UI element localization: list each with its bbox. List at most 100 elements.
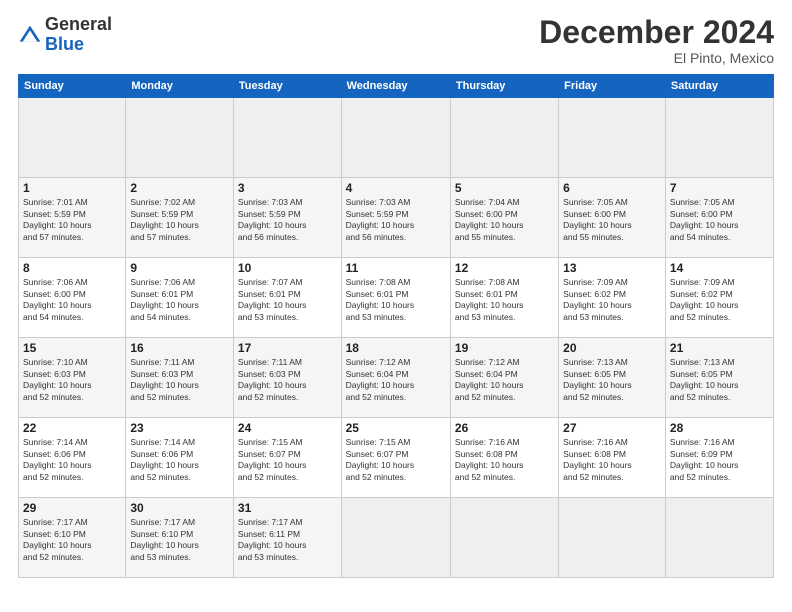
day-number: 30	[130, 501, 229, 515]
day-info: Sunrise: 7:16 AM Sunset: 6:08 PM Dayligh…	[455, 437, 554, 483]
day-info: Sunrise: 7:11 AM Sunset: 6:03 PM Dayligh…	[238, 357, 337, 403]
logo-blue-text: Blue	[45, 35, 112, 55]
day-info: Sunrise: 7:09 AM Sunset: 6:02 PM Dayligh…	[670, 277, 769, 323]
day-number: 26	[455, 421, 554, 435]
calendar-cell	[233, 98, 341, 178]
calendar-cell: 9 Sunrise: 7:06 AM Sunset: 6:01 PM Daylig…	[126, 258, 234, 338]
calendar-cell: 6Sunrise: 7:05 AM Sunset: 6:00 PM Daylig…	[559, 178, 666, 258]
day-info: Sunrise: 7:02 AM Sunset: 5:59 PM Dayligh…	[130, 197, 229, 243]
day-number: 10	[238, 261, 337, 275]
calendar-cell: 17Sunrise: 7:11 AM Sunset: 6:03 PM Dayli…	[233, 338, 341, 418]
logo-text: General Blue	[45, 15, 112, 55]
calendar-week-3: 8 Sunrise: 7:06 AM Sunset: 6:00 PM Daylig…	[19, 258, 774, 338]
day-number: 2	[130, 181, 229, 195]
day-number: 3	[238, 181, 337, 195]
calendar-cell: 7 Sunrise: 7:05 AM Sunset: 6:00 PM Daylig…	[665, 178, 773, 258]
day-number: 4	[346, 181, 446, 195]
day-number: 8	[23, 261, 121, 275]
calendar-cell: 8 Sunrise: 7:06 AM Sunset: 6:00 PM Daylig…	[19, 258, 126, 338]
calendar-cell: 2 Sunrise: 7:02 AM Sunset: 5:59 PM Daylig…	[126, 178, 234, 258]
day-number: 7	[670, 181, 769, 195]
day-info: Sunrise: 7:01 AM Sunset: 5:59 PM Dayligh…	[23, 197, 121, 243]
day-number: 31	[238, 501, 337, 515]
day-number: 5	[455, 181, 554, 195]
calendar-header-row: SundayMondayTuesdayWednesdayThursdayFrid…	[19, 75, 774, 98]
calendar-header-tuesday: Tuesday	[233, 75, 341, 98]
calendar-cell: 24Sunrise: 7:15 AM Sunset: 6:07 PM Dayli…	[233, 418, 341, 498]
day-info: Sunrise: 7:14 AM Sunset: 6:06 PM Dayligh…	[130, 437, 229, 483]
day-info: Sunrise: 7:10 AM Sunset: 6:03 PM Dayligh…	[23, 357, 121, 403]
day-number: 11	[346, 261, 446, 275]
calendar-week-4: 15Sunrise: 7:10 AM Sunset: 6:03 PM Dayli…	[19, 338, 774, 418]
calendar-cell	[559, 98, 666, 178]
calendar-cell	[126, 98, 234, 178]
calendar-cell: 31 Sunrise: 7:17 AM Sunset: 6:11 PM Dayli…	[233, 498, 341, 578]
day-number: 1	[23, 181, 121, 195]
calendar-header-sunday: Sunday	[19, 75, 126, 98]
day-info: Sunrise: 7:04 AM Sunset: 6:00 PM Dayligh…	[455, 197, 554, 243]
day-info: Sunrise: 7:07 AM Sunset: 6:01 PM Dayligh…	[238, 277, 337, 323]
calendar-cell	[341, 498, 450, 578]
title-block: December 2024 El Pinto, Mexico	[539, 15, 774, 66]
day-info: Sunrise: 7:03 AM Sunset: 5:59 PM Dayligh…	[346, 197, 446, 243]
calendar-cell: 12Sunrise: 7:08 AM Sunset: 6:01 PM Dayli…	[450, 258, 558, 338]
day-number: 23	[130, 421, 229, 435]
page: General Blue December 2024 El Pinto, Mex…	[0, 0, 792, 612]
calendar-cell	[665, 498, 773, 578]
calendar-cell: 27 Sunrise: 7:16 AM Sunset: 6:08 PM Dayli…	[559, 418, 666, 498]
day-number: 21	[670, 341, 769, 355]
day-info: Sunrise: 7:17 AM Sunset: 6:10 PM Dayligh…	[130, 517, 229, 563]
day-number: 27	[563, 421, 661, 435]
day-info: Sunrise: 7:05 AM Sunset: 6:00 PM Dayligh…	[670, 197, 769, 243]
location: El Pinto, Mexico	[539, 50, 774, 66]
calendar-header-monday: Monday	[126, 75, 234, 98]
day-number: 29	[23, 501, 121, 515]
day-number: 19	[455, 341, 554, 355]
calendar-header-wednesday: Wednesday	[341, 75, 450, 98]
calendar-cell: 11Sunrise: 7:08 AM Sunset: 6:01 PM Dayli…	[341, 258, 450, 338]
calendar-header-saturday: Saturday	[665, 75, 773, 98]
logo-general-text: General	[45, 15, 112, 35]
header: General Blue December 2024 El Pinto, Mex…	[18, 15, 774, 66]
calendar-cell: 1 Sunrise: 7:01 AM Sunset: 5:59 PM Daylig…	[19, 178, 126, 258]
day-info: Sunrise: 7:12 AM Sunset: 6:04 PM Dayligh…	[346, 357, 446, 403]
day-info: Sunrise: 7:06 AM Sunset: 6:01 PM Dayligh…	[130, 277, 229, 323]
calendar-cell: 22Sunrise: 7:14 AM Sunset: 6:06 PM Dayli…	[19, 418, 126, 498]
day-number: 20	[563, 341, 661, 355]
calendar-cell: 26 Sunrise: 7:16 AM Sunset: 6:08 PM Dayli…	[450, 418, 558, 498]
day-number: 18	[346, 341, 446, 355]
calendar-table: SundayMondayTuesdayWednesdayThursdayFrid…	[18, 74, 774, 578]
calendar-header-thursday: Thursday	[450, 75, 558, 98]
calendar-header-friday: Friday	[559, 75, 666, 98]
day-info: Sunrise: 7:16 AM Sunset: 6:08 PM Dayligh…	[563, 437, 661, 483]
day-info: Sunrise: 7:13 AM Sunset: 6:05 PM Dayligh…	[563, 357, 661, 403]
day-info: Sunrise: 7:15 AM Sunset: 6:07 PM Dayligh…	[346, 437, 446, 483]
calendar-week-1	[19, 98, 774, 178]
calendar-cell: 28Sunrise: 7:16 AM Sunset: 6:09 PM Dayli…	[665, 418, 773, 498]
calendar-cell: 19Sunrise: 7:12 AM Sunset: 6:04 PM Dayli…	[450, 338, 558, 418]
calendar-cell: 3Sunrise: 7:03 AM Sunset: 5:59 PM Daylig…	[233, 178, 341, 258]
day-info: Sunrise: 7:17 AM Sunset: 6:11 PM Dayligh…	[238, 517, 337, 563]
day-info: Sunrise: 7:17 AM Sunset: 6:10 PM Dayligh…	[23, 517, 121, 563]
day-info: Sunrise: 7:08 AM Sunset: 6:01 PM Dayligh…	[455, 277, 554, 323]
day-number: 16	[130, 341, 229, 355]
day-number: 9	[130, 261, 229, 275]
day-info: Sunrise: 7:14 AM Sunset: 6:06 PM Dayligh…	[23, 437, 121, 483]
day-number: 25	[346, 421, 446, 435]
calendar-week-6: 29 Sunrise: 7:17 AM Sunset: 6:10 PM Dayli…	[19, 498, 774, 578]
logo-icon	[18, 24, 42, 48]
calendar-cell: 29 Sunrise: 7:17 AM Sunset: 6:10 PM Dayli…	[19, 498, 126, 578]
calendar-cell: 18 Sunrise: 7:12 AM Sunset: 6:04 PM Dayli…	[341, 338, 450, 418]
calendar-cell	[450, 498, 558, 578]
calendar-cell: 15Sunrise: 7:10 AM Sunset: 6:03 PM Dayli…	[19, 338, 126, 418]
calendar-cell	[559, 498, 666, 578]
day-number: 24	[238, 421, 337, 435]
calendar-week-5: 22Sunrise: 7:14 AM Sunset: 6:06 PM Dayli…	[19, 418, 774, 498]
day-info: Sunrise: 7:06 AM Sunset: 6:00 PM Dayligh…	[23, 277, 121, 323]
calendar-cell: 23 Sunrise: 7:14 AM Sunset: 6:06 PM Dayli…	[126, 418, 234, 498]
month-title: December 2024	[539, 15, 774, 50]
calendar-cell: 16Sunrise: 7:11 AM Sunset: 6:03 PM Dayli…	[126, 338, 234, 418]
day-number: 13	[563, 261, 661, 275]
calendar-cell: 4 Sunrise: 7:03 AM Sunset: 5:59 PM Daylig…	[341, 178, 450, 258]
day-number: 14	[670, 261, 769, 275]
